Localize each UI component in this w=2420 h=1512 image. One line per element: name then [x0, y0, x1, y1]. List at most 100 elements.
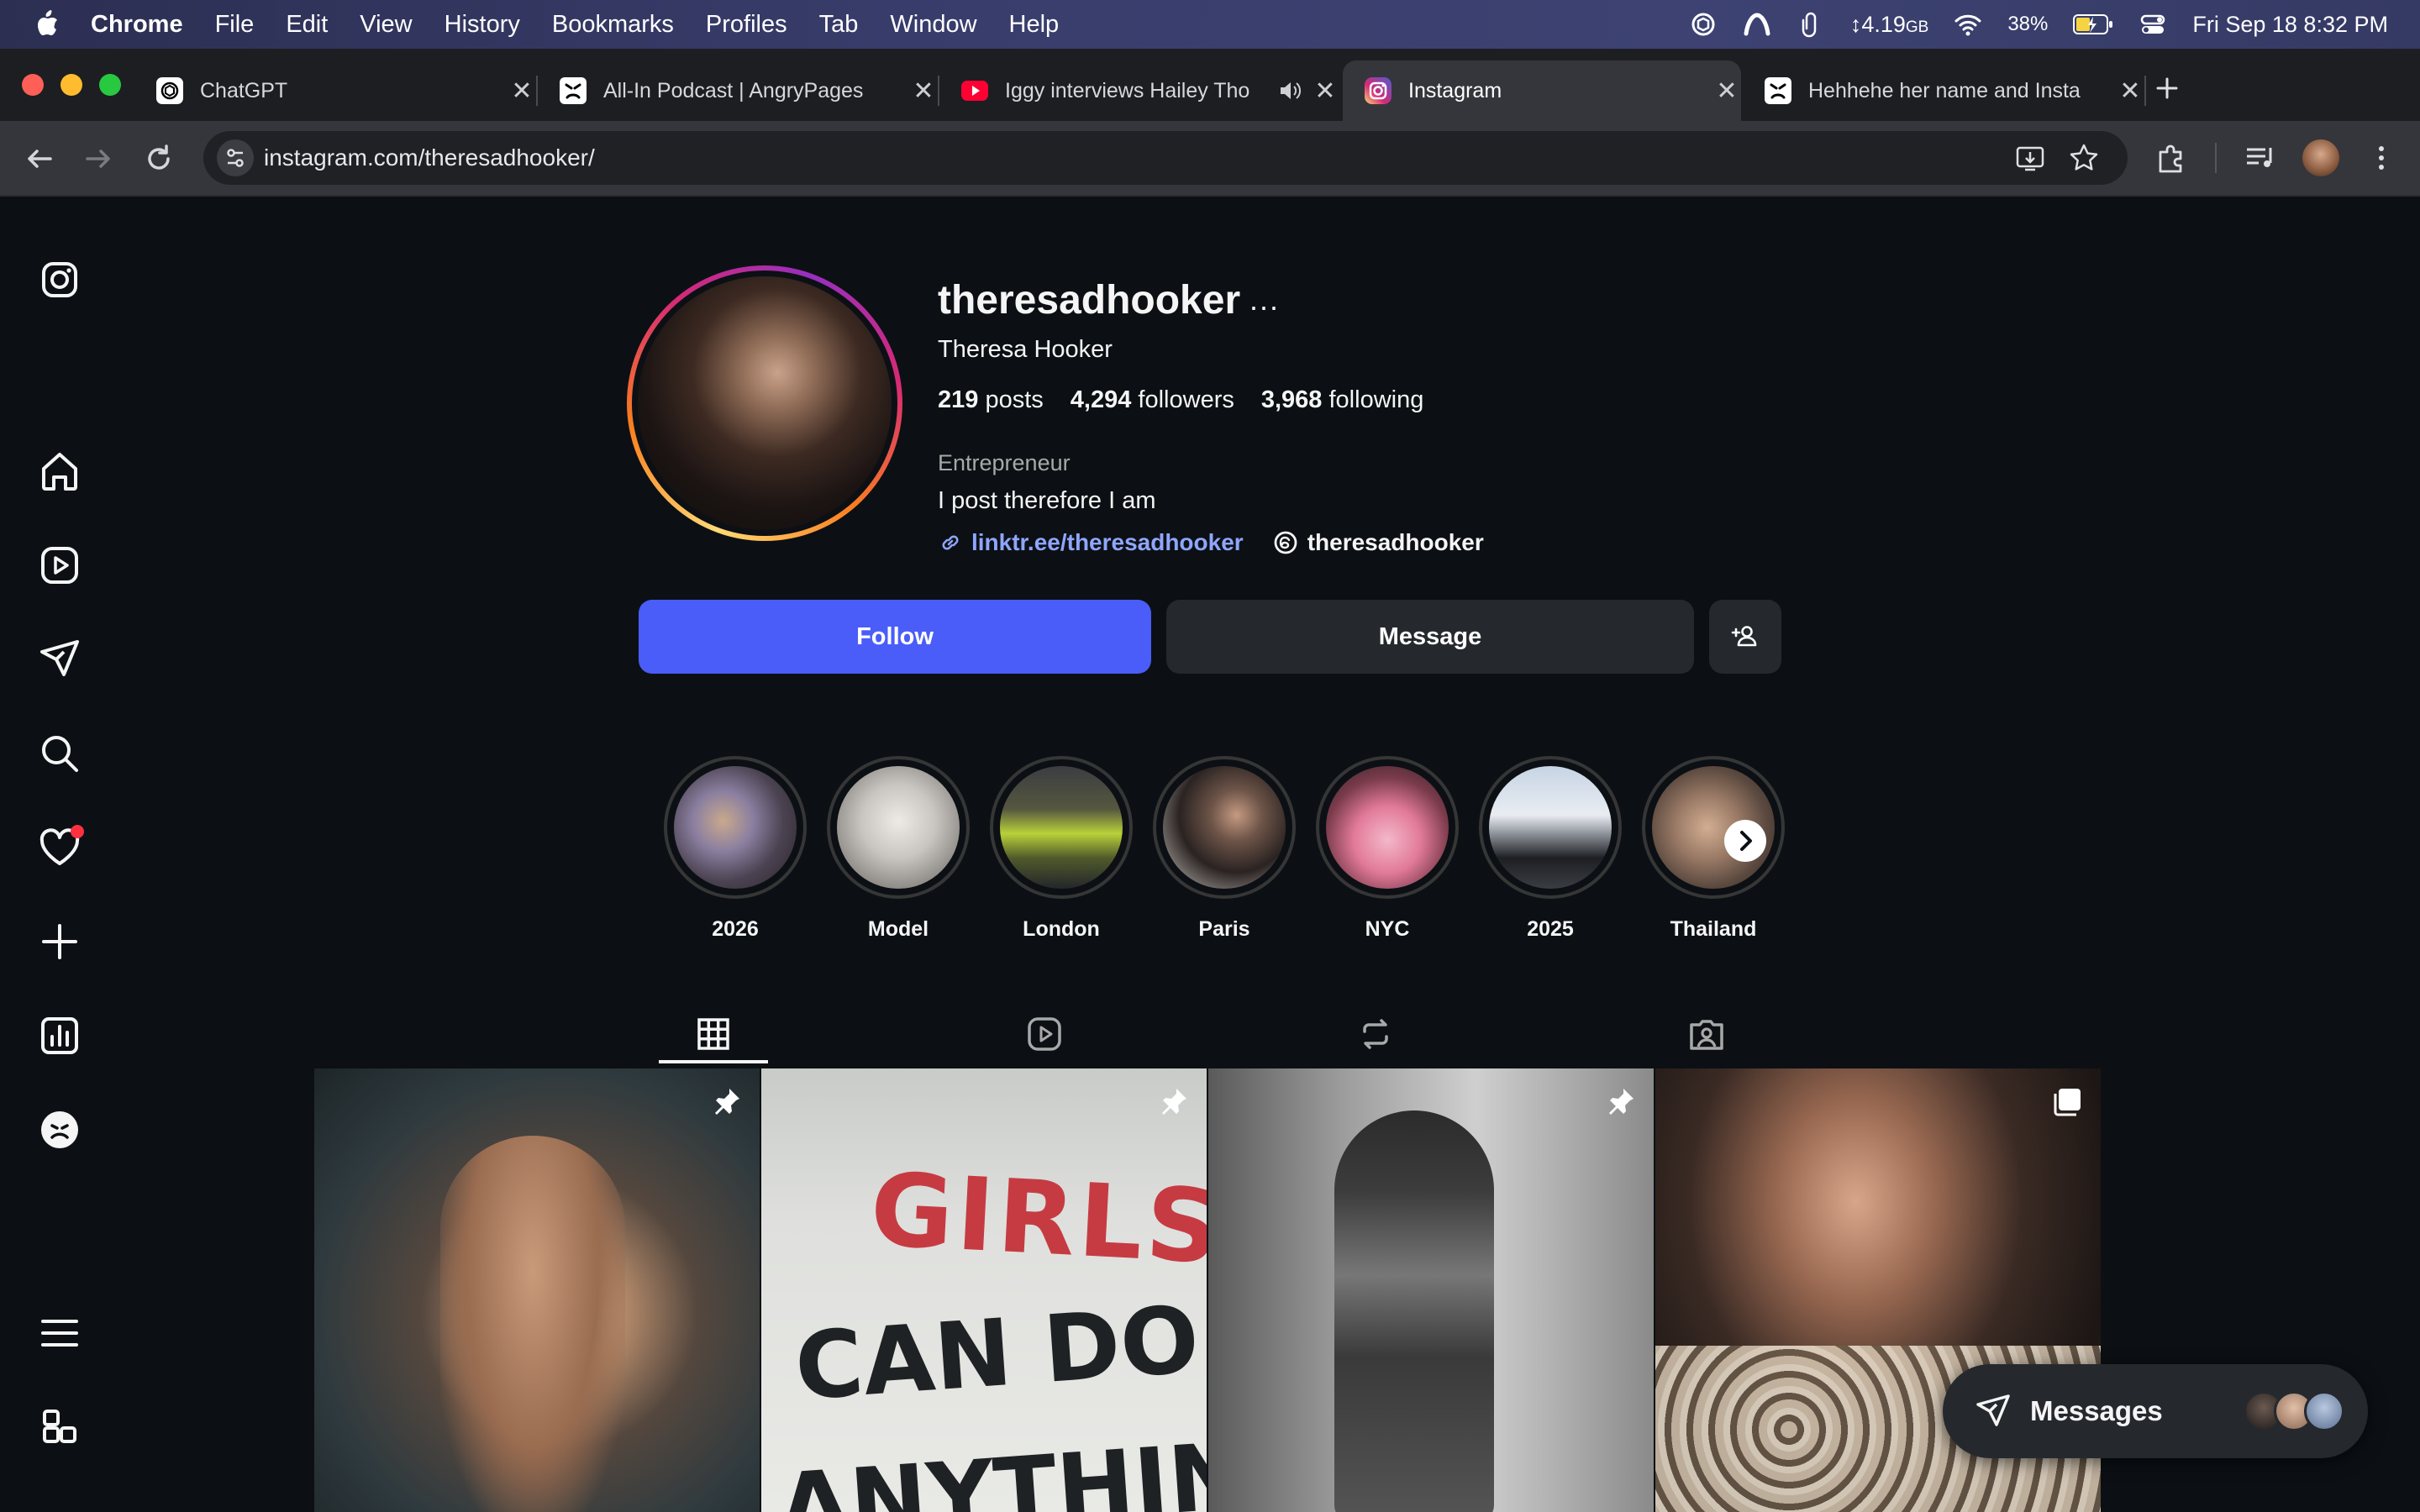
highlight-paris[interactable]: Paris	[1153, 756, 1296, 942]
reload-icon[interactable]	[139, 139, 178, 178]
tab-title: Hehhehe her name and Insta	[1808, 78, 2081, 102]
grid-post[interactable]: GIRLS CAN DO ANYTHIN	[761, 1068, 1207, 1512]
external-link[interactable]: linktr.ee/theresadhooker	[938, 529, 1244, 556]
speaker-icon[interactable]	[1277, 78, 1302, 103]
memory-usage[interactable]: ↕4.19GB	[1850, 12, 1929, 38]
forward-icon[interactable]	[79, 139, 118, 178]
tab-instagram[interactable]: Instagram ✕	[1343, 60, 1741, 121]
menu-app-chrome[interactable]: Chrome	[91, 11, 183, 39]
url-text[interactable]: instagram.com/theresadhooker/	[264, 144, 595, 171]
highlights-next-button[interactable]	[1724, 820, 1766, 862]
dashboard-icon[interactable]	[35, 1011, 84, 1060]
close-icon[interactable]: ✕	[2116, 76, 2144, 106]
highlight-london[interactable]: London	[990, 756, 1133, 942]
battery-icon[interactable]	[2073, 13, 2113, 35]
home-icon[interactable]	[35, 447, 84, 496]
reels-icon[interactable]	[35, 541, 84, 590]
tab-chatgpt[interactable]: ChatGPT ✕	[134, 60, 538, 121]
memory-arrows-icon: ↕	[1849, 11, 1862, 37]
toolbar-divider	[2215, 143, 2217, 173]
profile-avatar[interactable]	[2302, 139, 2339, 176]
clock[interactable]: Fri Sep 18 8:32 PM	[2192, 12, 2388, 38]
apple-icon[interactable]	[35, 10, 59, 39]
kebab-menu-icon[interactable]	[2373, 139, 2390, 176]
browser-toolbar: instagram.com/theresadhooker/	[0, 121, 2420, 197]
chatgpt-status-icon[interactable]	[1689, 10, 1718, 39]
pin-icon	[1162, 1089, 1186, 1115]
highlight-cover	[837, 766, 960, 889]
paperclip-icon[interactable]	[1797, 10, 1825, 39]
menu-tab[interactable]: Tab	[819, 11, 859, 39]
more-options-button[interactable]: ···	[1249, 289, 1279, 324]
grid-post[interactable]	[314, 1068, 760, 1512]
notifications-button[interactable]	[35, 823, 84, 872]
extensions-icon[interactable]	[2153, 139, 2190, 176]
menu-help[interactable]: Help	[1009, 11, 1060, 39]
wifi-icon[interactable]	[1954, 10, 1982, 39]
messages-floating-button[interactable]: Messages	[1943, 1364, 2368, 1458]
menu-history[interactable]: History	[445, 11, 520, 39]
close-icon[interactable]: ✕	[909, 76, 938, 106]
install-app-icon[interactable]	[2013, 141, 2047, 175]
threads-link[interactable]: theresadhooker	[1272, 529, 1484, 556]
profile-picture[interactable]	[627, 265, 902, 541]
menu-window[interactable]: Window	[890, 11, 976, 39]
direct-messages-icon[interactable]	[35, 635, 84, 684]
message-button[interactable]: Message	[1166, 600, 1694, 674]
chatgpt-icon	[156, 77, 183, 104]
menu-file[interactable]: File	[215, 11, 255, 39]
hamburger-menu-icon[interactable]	[35, 1309, 84, 1357]
highlight-2025[interactable]: 2025	[1479, 756, 1622, 942]
tab-separator	[2144, 76, 2146, 106]
window-minimize-button[interactable]	[60, 74, 82, 96]
tab-posts[interactable]	[659, 1005, 768, 1063]
new-tab-icon[interactable]	[2153, 74, 2181, 102]
bookmark-star-icon[interactable]	[2067, 141, 2101, 175]
arc-status-icon[interactable]	[1743, 10, 1771, 39]
close-icon[interactable]: ✕	[1712, 76, 1741, 106]
highlight-label: London	[1023, 917, 1100, 941]
search-icon[interactable]	[35, 729, 84, 778]
tab-reposts[interactable]	[1321, 1005, 1430, 1063]
close-icon[interactable]: ✕	[1311, 76, 1339, 106]
highlight-nyc[interactable]: NYC	[1316, 756, 1459, 942]
battery-percent[interactable]: 38%	[2007, 13, 2048, 36]
highlight-2026[interactable]: 2026	[664, 756, 807, 942]
window-close-button[interactable]	[22, 74, 44, 96]
tab-youtube[interactable]: Iggy interviews Hailey Tho ✕	[939, 60, 1339, 121]
close-icon[interactable]: ✕	[508, 76, 536, 106]
back-icon[interactable]	[20, 139, 59, 178]
following-stat[interactable]: 3,968 following	[1261, 386, 1423, 414]
media-controls-icon[interactable]	[2242, 139, 2279, 176]
highlight-model[interactable]: Model	[827, 756, 970, 942]
highlight-cover	[1326, 766, 1449, 889]
highlight-cover	[1163, 766, 1286, 889]
menu-edit[interactable]: Edit	[286, 11, 328, 39]
highlight-cover	[1489, 766, 1612, 889]
repost-icon	[1363, 1019, 1388, 1049]
instagram-page: theresadhooker ··· Theresa Hooker 219 po…	[0, 197, 2420, 1512]
menu-bookmarks[interactable]: Bookmarks	[552, 11, 674, 39]
profile-avatar-icon[interactable]	[35, 1105, 84, 1154]
avatar	[2304, 1391, 2344, 1431]
menu-view[interactable]: View	[360, 11, 412, 39]
also-from-meta-icon[interactable]	[35, 1403, 84, 1452]
follow-button[interactable]: Follow	[639, 600, 1151, 674]
address-bar[interactable]: instagram.com/theresadhooker/	[203, 131, 2128, 185]
menu-profiles[interactable]: Profiles	[706, 11, 787, 39]
highlight-label: Model	[867, 917, 929, 941]
profile-category: Entrepreneur	[938, 450, 1071, 475]
followers-stat[interactable]: 4,294 followers	[1071, 386, 1234, 414]
suggested-users-button[interactable]	[1709, 600, 1781, 674]
instagram-logo-icon[interactable]	[35, 255, 84, 304]
highlight-label: 2026	[712, 917, 759, 941]
create-plus-icon[interactable]	[35, 917, 84, 966]
site-info-button[interactable]	[217, 139, 254, 176]
tab-angrypages[interactable]: All-In Podcast | AngryPages ✕	[538, 60, 939, 121]
tab-angrypages-2[interactable]: Hehhehe her name and Insta ✕	[1743, 60, 2146, 121]
grid-post[interactable]	[1208, 1068, 1654, 1512]
control-center-icon[interactable]	[2139, 10, 2167, 39]
tab-reels[interactable]	[990, 1005, 1099, 1063]
tab-tagged[interactable]	[1652, 1005, 1761, 1063]
window-zoom-button[interactable]	[99, 74, 121, 96]
